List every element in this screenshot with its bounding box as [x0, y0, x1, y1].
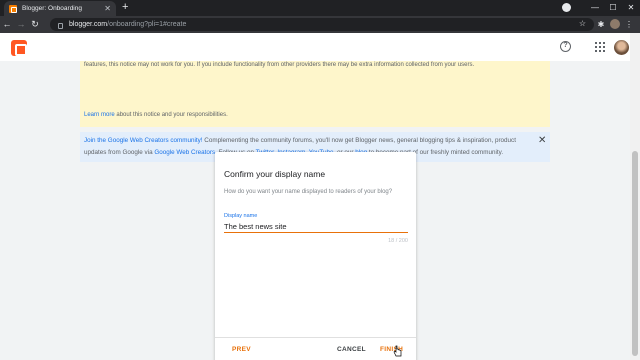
blogger-app-bar: ?	[0, 33, 630, 61]
url-host: blogger.com	[69, 21, 108, 28]
display-name-dialog: Confirm your display name How do you wan…	[215, 152, 416, 360]
browser-tab[interactable]: Blogger: Onboarding ✕	[4, 1, 116, 16]
browser-menu-icon[interactable]: ⋮	[622, 20, 636, 29]
new-tab-button[interactable]: +	[122, 1, 128, 14]
toolbar-right: ✱ ⋮	[594, 16, 636, 33]
minimize-button[interactable]: —	[586, 0, 604, 16]
cancel-button[interactable]: CANCEL	[337, 346, 366, 353]
blogger-logo-icon[interactable]	[11, 40, 27, 56]
maximize-button[interactable]: ☐	[604, 0, 622, 16]
learn-more-link[interactable]: Learn more	[84, 112, 115, 118]
url-path: /onboarding?pli=1#create	[107, 21, 187, 28]
google-apps-icon[interactable]	[595, 42, 605, 52]
browser-toolbar: ← → ↻ blogger.com/onboarding?pli=1#creat…	[0, 16, 640, 33]
page-viewport: ? features, this notice may not work for…	[0, 33, 630, 360]
dialog-divider	[215, 337, 416, 338]
web-creators-link[interactable]: Google Web Creators	[154, 149, 215, 156]
learn-more-rest: about this notice and your responsibilit…	[114, 112, 228, 118]
bookmark-star-icon[interactable]: ☆	[579, 19, 586, 28]
extensions-icon[interactable]: ✱	[594, 20, 608, 29]
tab-close-icon[interactable]: ✕	[104, 4, 111, 13]
blogger-favicon-icon	[9, 4, 17, 13]
hand-cursor-icon	[393, 345, 402, 357]
scrollbar-thumb[interactable]	[632, 151, 638, 356]
address-bar[interactable]: blogger.com/onboarding?pli=1#create ☆	[50, 18, 594, 31]
page-scrollbar[interactable]	[630, 33, 640, 360]
join-community-link[interactable]: Join the Google Web Creators community!	[84, 137, 203, 144]
browser-profile-avatar[interactable]	[608, 18, 622, 31]
account-avatar[interactable]	[614, 40, 629, 55]
char-counter: 18 / 200	[388, 238, 408, 244]
reload-button[interactable]: ↻	[28, 16, 42, 33]
forward-button[interactable]: →	[14, 16, 28, 33]
avatar	[610, 18, 620, 29]
community-text-2: updates from Google via	[84, 149, 155, 156]
close-window-button[interactable]: ✕	[622, 0, 640, 16]
profile-indicator-icon[interactable]	[562, 3, 571, 12]
display-name-label: Display name	[224, 213, 258, 219]
privacy-notice: features, this notice may not work for y…	[80, 61, 550, 127]
dialog-subtitle: How do you want your name displayed to r…	[224, 189, 393, 195]
back-button[interactable]: ←	[0, 16, 14, 33]
tab-title: Blogger: Onboarding	[22, 5, 82, 12]
url-text: blogger.com/onboarding?pli=1#create	[69, 21, 186, 28]
community-notice-line1: Join the Google Web Creators community! …	[84, 137, 516, 144]
dialog-title: Confirm your display name	[224, 169, 326, 179]
privacy-notice-text: features, this notice may not work for y…	[84, 62, 475, 68]
community-text-1: Complementing the community forums, you'…	[202, 137, 516, 144]
lock-icon[interactable]	[58, 22, 63, 29]
help-icon[interactable]: ?	[560, 41, 571, 52]
display-name-input[interactable]	[224, 221, 408, 233]
window-controls: — ☐ ✕	[586, 0, 640, 16]
prev-button[interactable]: PREV	[232, 346, 251, 353]
privacy-notice-learn-more: Learn more about this notice and your re…	[84, 112, 228, 118]
close-notice-icon[interactable]: ✕	[538, 135, 546, 146]
tab-strip: Blogger: Onboarding ✕ + — ☐ ✕	[0, 0, 640, 16]
